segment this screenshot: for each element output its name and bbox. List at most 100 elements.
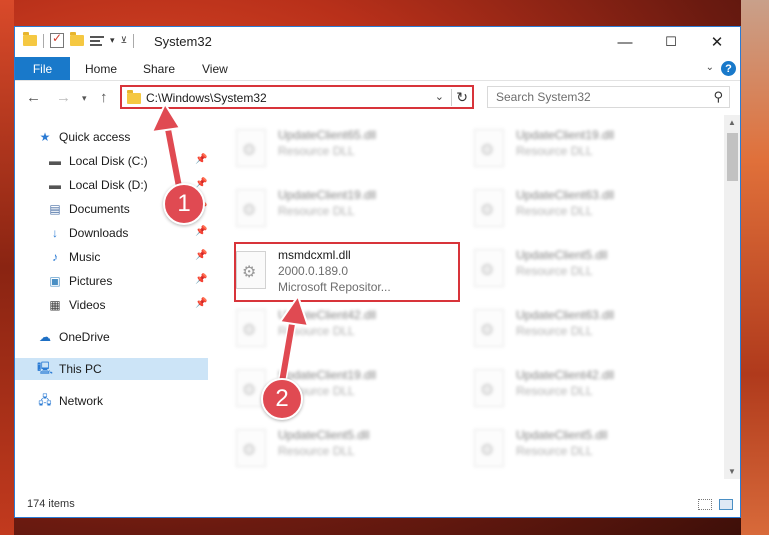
file-explorer-window: ▾ ⊻ System32 — ☐ ✕ File Home Share View …: [14, 26, 741, 518]
pin-icon[interactable]: 📌: [195, 250, 207, 261]
tab-home[interactable]: Home: [85, 57, 117, 80]
tab-share[interactable]: Share: [143, 57, 175, 80]
customize-toolbar-icon[interactable]: ⊻: [121, 35, 128, 46]
tab-file[interactable]: File: [15, 57, 70, 80]
chevron-down-icon[interactable]: ⌄: [706, 62, 714, 73]
sidebar-item-local-disk-d[interactable]: ▬ Local Disk (D:): [47, 174, 148, 196]
list-item[interactable]: UpdateClient5.dll Resource DLL: [228, 425, 458, 469]
sidebar-item-label: Videos: [69, 298, 106, 312]
dll-file-icon: [236, 129, 266, 167]
file-type: Resource DLL: [278, 444, 355, 458]
pin-icon[interactable]: 📌: [195, 154, 207, 165]
status-bar: 174 items: [15, 493, 740, 517]
file-type: Resource DLL: [516, 144, 593, 158]
file-name: UpdateClient19.dll: [278, 188, 377, 202]
list-item[interactable]: UpdateClient5.dll Resource DLL: [466, 245, 696, 289]
scroll-down-arrow-icon[interactable]: ▼: [728, 467, 736, 476]
list-item[interactable]: UpdateClient42.dll Resource DLL: [466, 365, 696, 409]
sidebar-item-local-disk-c[interactable]: ▬ Local Disk (C:): [47, 150, 148, 172]
sidebar-item-label: Network: [59, 394, 104, 408]
list-item[interactable]: UpdateClient5.dll Resource DLL: [466, 425, 696, 469]
dll-file-icon: [236, 309, 266, 347]
file-type: Resource DLL: [278, 204, 355, 218]
address-bar[interactable]: C:\Windows\System32 ⌄ ↻: [120, 85, 474, 109]
dll-file-icon: [474, 189, 504, 227]
sidebar-item-videos[interactable]: ▦ Videos: [47, 294, 105, 316]
scroll-up-arrow-icon[interactable]: ▲: [728, 118, 736, 127]
file-type: Resource DLL: [516, 384, 593, 398]
music-icon: ♪: [52, 250, 58, 264]
network-icon: 🖧: [38, 392, 52, 407]
file-name: UpdateClient42.dll: [278, 308, 377, 322]
sidebar-item-label: Downloads: [69, 226, 129, 240]
file-name: UpdateClient5.dll: [278, 428, 370, 442]
sidebar-item-music[interactable]: ♪ Music: [47, 246, 100, 268]
file-name: UpdateClient19.dll: [516, 128, 615, 142]
dll-file-icon: [474, 249, 504, 287]
title-bar: ▾ ⊻ System32 — ☐ ✕: [15, 27, 740, 57]
desktop-background-right: [741, 0, 769, 535]
tab-view[interactable]: View: [202, 57, 228, 80]
drive-icon: ▬: [49, 178, 61, 192]
search-input[interactable]: Search System32 ⚲: [487, 86, 730, 108]
new-folder-icon[interactable]: [70, 32, 84, 46]
list-item[interactable]: UpdateClient19.dll Resource DLL: [466, 125, 696, 169]
search-icon[interactable]: ⚲: [713, 89, 723, 105]
file-name: UpdateClient19.dll: [278, 368, 377, 382]
step1-badge: 1: [163, 183, 205, 225]
up-arrow-icon[interactable]: ↑: [100, 89, 108, 106]
maximize-button[interactable]: ☐: [648, 27, 694, 57]
downloads-icon: ↓: [52, 226, 58, 240]
chevron-down-icon[interactable]: ⌄: [435, 90, 444, 103]
chevron-down-icon[interactable]: ▾: [110, 35, 115, 46]
sidebar-item-onedrive[interactable]: ☁ OneDrive: [37, 326, 110, 348]
dll-file-icon: [236, 429, 266, 467]
dll-file-icon: [236, 189, 266, 227]
pin-icon[interactable]: 📌: [195, 274, 207, 285]
sidebar-item-network[interactable]: 🖧 Network: [37, 390, 103, 412]
list-item[interactable]: UpdateClient63.dll Resource DLL: [466, 305, 696, 349]
pin-icon[interactable]: 📌: [195, 298, 207, 309]
file-type: Resource DLL: [278, 324, 355, 338]
toolbar-divider: [43, 33, 44, 48]
computer-icon: 🖳: [37, 360, 54, 375]
folder-icon: [127, 90, 141, 104]
item-count: 174 items: [27, 498, 75, 510]
sidebar-item-this-pc[interactable]: 🖳 This PC: [15, 358, 208, 380]
navigation-bar: ← → ▾ ↑ C:\Windows\System32 ⌄ ↻ Search S…: [15, 81, 740, 115]
file-name: UpdateClient63.dll: [516, 188, 615, 202]
recent-locations-chevron-icon[interactable]: ▾: [82, 93, 87, 104]
forward-arrow-icon[interactable]: →: [56, 89, 71, 106]
list-item[interactable]: UpdateClient19.dll Resource DLL: [228, 185, 458, 229]
minimize-button[interactable]: —: [602, 27, 648, 57]
sidebar-item-documents[interactable]: ▤ Documents: [47, 198, 129, 220]
list-item[interactable]: UpdateClient63.dll Resource DLL: [466, 185, 696, 229]
videos-icon: ▦: [49, 298, 61, 312]
file-name: UpdateClient5.dll: [516, 248, 608, 262]
sidebar-item-label: Local Disk (D:): [69, 178, 148, 192]
sidebar-item-downloads[interactable]: ↓ Downloads: [47, 222, 128, 244]
vertical-scrollbar[interactable]: ▲ ▼: [724, 115, 740, 479]
address-path[interactable]: C:\Windows\System32: [146, 91, 267, 105]
desktop-background-left: [0, 0, 14, 535]
search-placeholder: Search System32: [496, 90, 591, 104]
refresh-icon[interactable]: ↻: [451, 89, 468, 106]
list-item[interactable]: UpdateClient42.dll Resource DLL: [228, 305, 458, 349]
file-type: Resource DLL: [516, 324, 593, 338]
sidebar-item-quick-access[interactable]: ★ Quick access: [37, 126, 131, 148]
back-arrow-icon[interactable]: ←: [26, 89, 41, 106]
scrollbar-thumb[interactable]: [727, 133, 738, 181]
customize-list-icon[interactable]: [90, 35, 104, 47]
file-type: Resource DLL: [516, 204, 593, 218]
sidebar-item-label: Pictures: [69, 274, 113, 288]
quick-access-toolbar: ▾ ⊻: [23, 31, 135, 48]
list-item[interactable]: UpdateClient65.dll Resource DLL: [228, 125, 458, 169]
details-view-icon[interactable]: [698, 499, 712, 510]
close-button[interactable]: ✕: [694, 27, 740, 57]
help-icon[interactable]: ?: [721, 61, 736, 76]
file-name: UpdateClient5.dll: [516, 428, 608, 442]
sidebar-item-pictures[interactable]: ▣ Pictures: [47, 270, 112, 292]
large-icons-view-icon[interactable]: [719, 499, 733, 510]
properties-check-icon[interactable]: [50, 31, 64, 48]
pin-icon[interactable]: 📌: [195, 226, 207, 237]
